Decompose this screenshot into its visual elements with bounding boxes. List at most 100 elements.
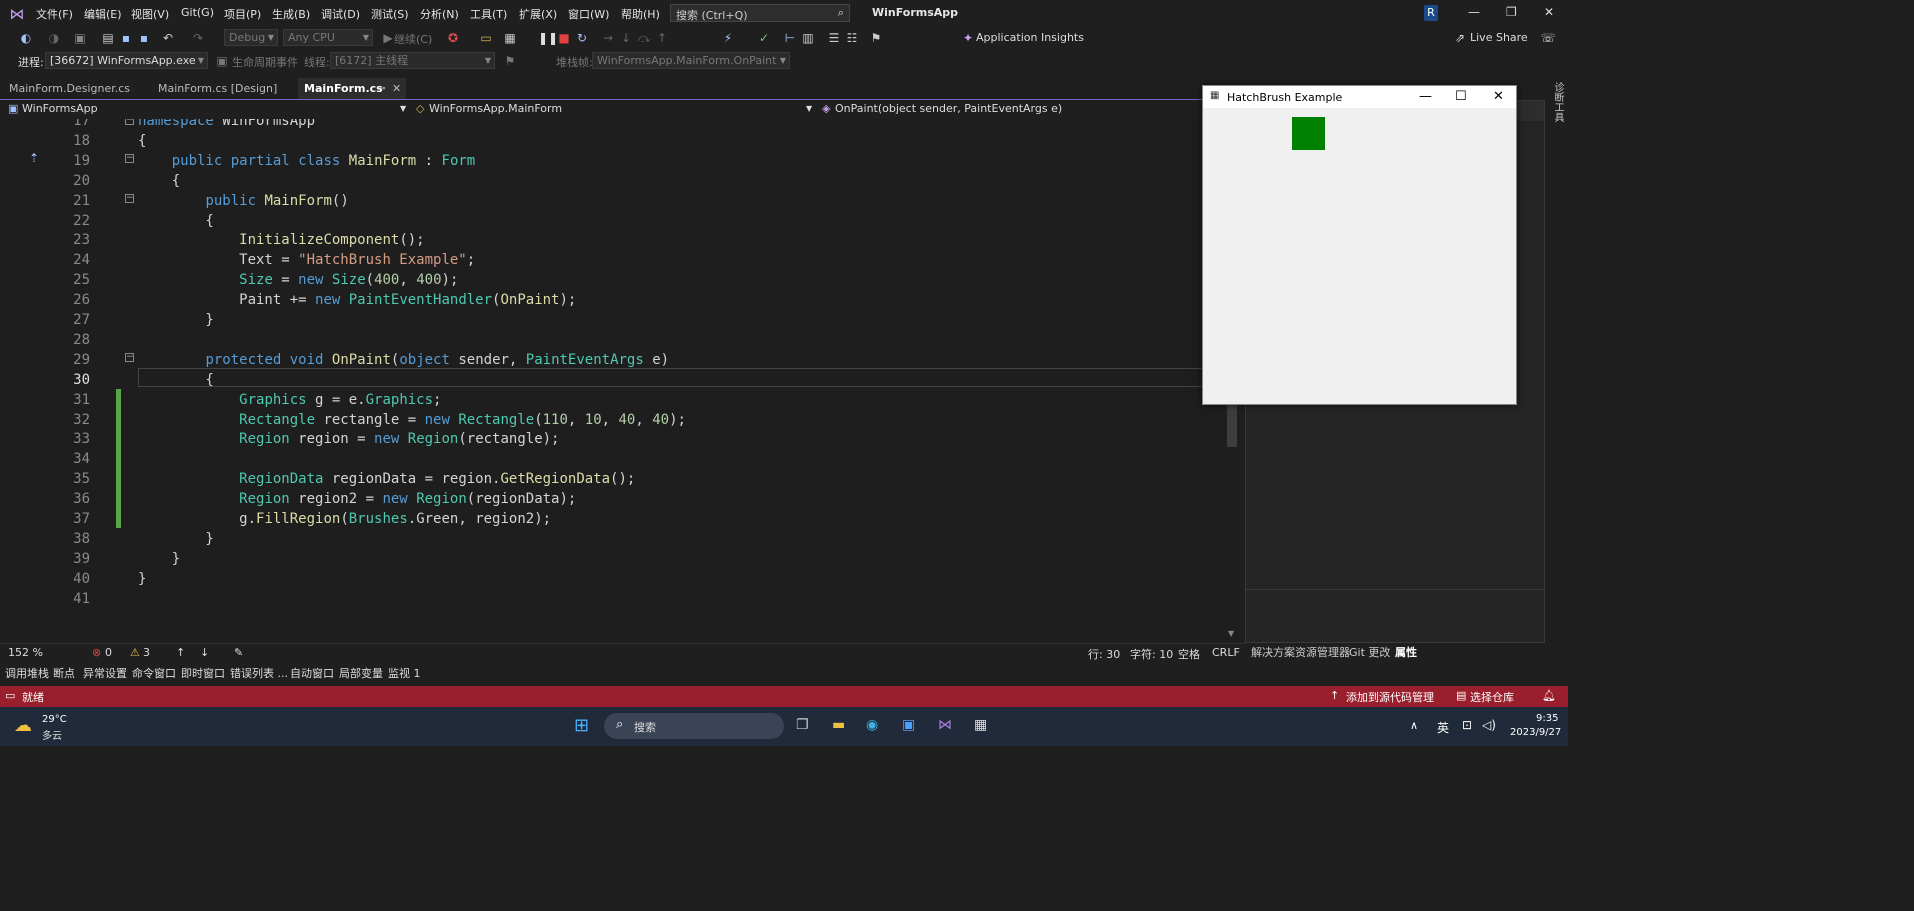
menu-git[interactable]: Git(G) xyxy=(181,6,214,19)
menu-tools[interactable]: 工具(T) xyxy=(470,6,507,22)
menu-test[interactable]: 测试(S) xyxy=(371,6,409,22)
menu-build[interactable]: 生成(B) xyxy=(272,6,310,22)
code-line[interactable]: InitializeComponent(); xyxy=(138,232,424,248)
application-insights[interactable]: Application Insights xyxy=(976,31,1084,44)
code-line[interactable]: } xyxy=(138,551,180,567)
menu-help[interactable]: 帮助(H) xyxy=(621,6,660,22)
edge-icon[interactable]: ◉ xyxy=(866,717,878,733)
live-share-icon[interactable]: ⇗ xyxy=(1452,30,1468,46)
thread-select[interactable]: [6172] 主线程 ▼ xyxy=(330,52,495,69)
open-icon[interactable]: ▤ xyxy=(100,30,116,46)
menu-extensions[interactable]: 扩展(X) xyxy=(519,6,557,22)
line-indicator[interactable]: 行: 30 xyxy=(1088,646,1120,662)
code-line[interactable]: g.FillRegion(Brushes.Green, region2); xyxy=(138,511,551,527)
code-line[interactable]: } xyxy=(138,312,213,328)
code-line[interactable]: Rectangle rectangle = new Rectangle(110,… xyxy=(138,412,686,428)
back-icon[interactable]: ◐ xyxy=(18,30,34,46)
visual-studio-icon[interactable]: ⋈ xyxy=(938,717,952,733)
lifecycle-events[interactable]: 生命周期事件 xyxy=(232,54,298,70)
diagnostics-icon[interactable]: ⚡ xyxy=(720,30,736,46)
code-line[interactable]: Region region2 = new Region(regionData); xyxy=(138,491,576,507)
process-select[interactable]: [36672] WinFormsApp.exe ▼ xyxy=(45,52,208,69)
bookmark-toggle-icon[interactable]: ▥ xyxy=(800,30,816,46)
notification-bell-icon[interactable]: 🔔︎ xyxy=(1542,689,1556,702)
tab-mainform-design[interactable]: MainForm.cs [Design] xyxy=(158,82,277,95)
show-next-statement-icon[interactable]: → xyxy=(600,30,616,46)
tab-locals[interactable]: 局部变量 xyxy=(339,665,383,681)
form-title-bar[interactable]: ▦ HatchBrush Example — ☐ ✕ xyxy=(1203,86,1516,108)
code-line[interactable]: namespace WinFormsApp xyxy=(138,119,315,129)
warning-icon[interactable]: ⚠ xyxy=(130,646,140,659)
save-all-icon[interactable]: ▪ xyxy=(136,30,152,46)
code-line[interactable]: RegionData regionData = region.GetRegion… xyxy=(138,471,635,487)
outdent-icon[interactable]: ☰ xyxy=(826,30,842,46)
code-line[interactable]: Size = new Size(400, 400); xyxy=(138,272,458,288)
taskbar-search[interactable]: ⌕ 搜索 xyxy=(604,713,784,739)
menu-view[interactable]: 视图(V) xyxy=(131,6,169,22)
network-icon[interactable]: ⊡ xyxy=(1462,718,1472,732)
char-indicator[interactable]: 字符: 10 xyxy=(1130,646,1173,662)
code-line[interactable]: Text = "HatchBrush Example"; xyxy=(138,252,475,268)
project-select[interactable]: WinFormsApp xyxy=(22,102,98,115)
member-select[interactable]: OnPaint(object sender, PaintEventArgs e) xyxy=(835,102,1062,115)
diagnostic-tools-tab[interactable]: 诊断工具 xyxy=(1550,82,1565,122)
close-icon[interactable]: ✕ xyxy=(1544,5,1554,19)
comment-icon[interactable]: ⊢ xyxy=(782,30,798,46)
step-out-icon[interactable]: ↑ xyxy=(654,30,670,46)
tab-exception-settings[interactable]: 异常设置 xyxy=(83,665,127,681)
scroll-thumb[interactable] xyxy=(1227,399,1237,447)
fold-toggle[interactable]: − xyxy=(125,119,134,125)
undo-icon[interactable]: ↶ xyxy=(160,30,176,46)
visual-studio-logo-icon[interactable]: ⋈ xyxy=(8,5,26,23)
tab-autos[interactable]: 自动窗口 xyxy=(290,665,334,681)
continue-label[interactable]: 继续(C) xyxy=(394,31,432,47)
menu-window[interactable]: 窗口(W) xyxy=(568,6,609,22)
spell-check-icon[interactable]: ✓ xyxy=(756,30,772,46)
menu-file[interactable]: 文件(F) xyxy=(36,6,73,22)
code-line[interactable]: public partial class MainForm : Form xyxy=(138,153,476,169)
clock-time[interactable]: 9:35 xyxy=(1536,713,1558,724)
tab-call-stack[interactable]: 调用堆栈 xyxy=(5,665,49,681)
account-avatar[interactable]: R xyxy=(1424,5,1438,21)
code-line[interactable]: } xyxy=(138,531,213,547)
code-line[interactable]: { xyxy=(138,372,213,388)
code-line[interactable]: public MainForm() xyxy=(138,193,348,209)
code-line[interactable]: { xyxy=(138,133,146,149)
flag-icon[interactable]: ⚑ xyxy=(502,53,518,69)
pin-icon[interactable]: ⊸ xyxy=(378,84,386,94)
restore-icon[interactable]: ❐ xyxy=(1506,5,1517,19)
next-issue-icon[interactable]: ↓ xyxy=(200,646,209,659)
menu-edit[interactable]: 编辑(E) xyxy=(84,6,122,22)
code-line[interactable]: Graphics g = e.Graphics; xyxy=(138,392,441,408)
tab-breakpoints[interactable]: 断点 xyxy=(53,665,75,681)
start-icon[interactable]: ⊞ xyxy=(574,715,589,736)
fold-toggle[interactable]: − xyxy=(125,353,134,362)
chevron-down-icon[interactable]: ▼ xyxy=(806,104,812,113)
live-share-button[interactable]: Live Share xyxy=(1470,31,1528,44)
scroll-down-icon[interactable]: ▼ xyxy=(1228,629,1234,638)
platform-select[interactable]: Any CPU ▼ xyxy=(283,29,373,46)
bookmark-icon[interactable]: ⚑ xyxy=(868,30,884,46)
form-close-icon[interactable]: ✕ xyxy=(1493,89,1504,104)
hatchbrush-form-window[interactable]: ▦ HatchBrush Example — ☐ ✕ xyxy=(1202,85,1517,405)
code-line[interactable]: { xyxy=(138,173,180,189)
layout-icon[interactable]: ▦ xyxy=(502,30,518,46)
task-view-icon[interactable]: ❐ xyxy=(796,717,809,733)
chevron-up-icon[interactable]: ∧ xyxy=(1410,719,1418,732)
restart-icon[interactable]: ↻ xyxy=(574,30,590,46)
pause-icon[interactable]: ❚❚ xyxy=(538,30,558,46)
tab-mainform-designer[interactable]: MainForm.Designer.cs xyxy=(9,82,130,95)
new-item-icon[interactable]: ▣ xyxy=(72,30,88,46)
configuration-select[interactable]: Debug ▼ xyxy=(224,29,278,46)
step-into-icon[interactable]: ↓ xyxy=(618,30,634,46)
form-maximize-icon[interactable]: ☐ xyxy=(1455,89,1467,104)
stackframe-select[interactable]: WinFormsApp.MainForm.OnPaint ▼ xyxy=(592,52,790,69)
tab-immediate-window[interactable]: 即时窗口 xyxy=(181,665,225,681)
fold-toggle[interactable]: − xyxy=(125,194,134,203)
hot-reload-icon[interactable]: ✪ xyxy=(445,30,461,46)
winforms-app-icon[interactable]: ▦ xyxy=(974,717,987,733)
menu-project[interactable]: 项目(P) xyxy=(224,6,261,22)
lifecycle-icon[interactable]: ▣ xyxy=(214,53,230,69)
step-over-icon[interactable]: ⤼ xyxy=(636,30,652,46)
clock-date[interactable]: 2023/9/27 xyxy=(1510,727,1561,738)
